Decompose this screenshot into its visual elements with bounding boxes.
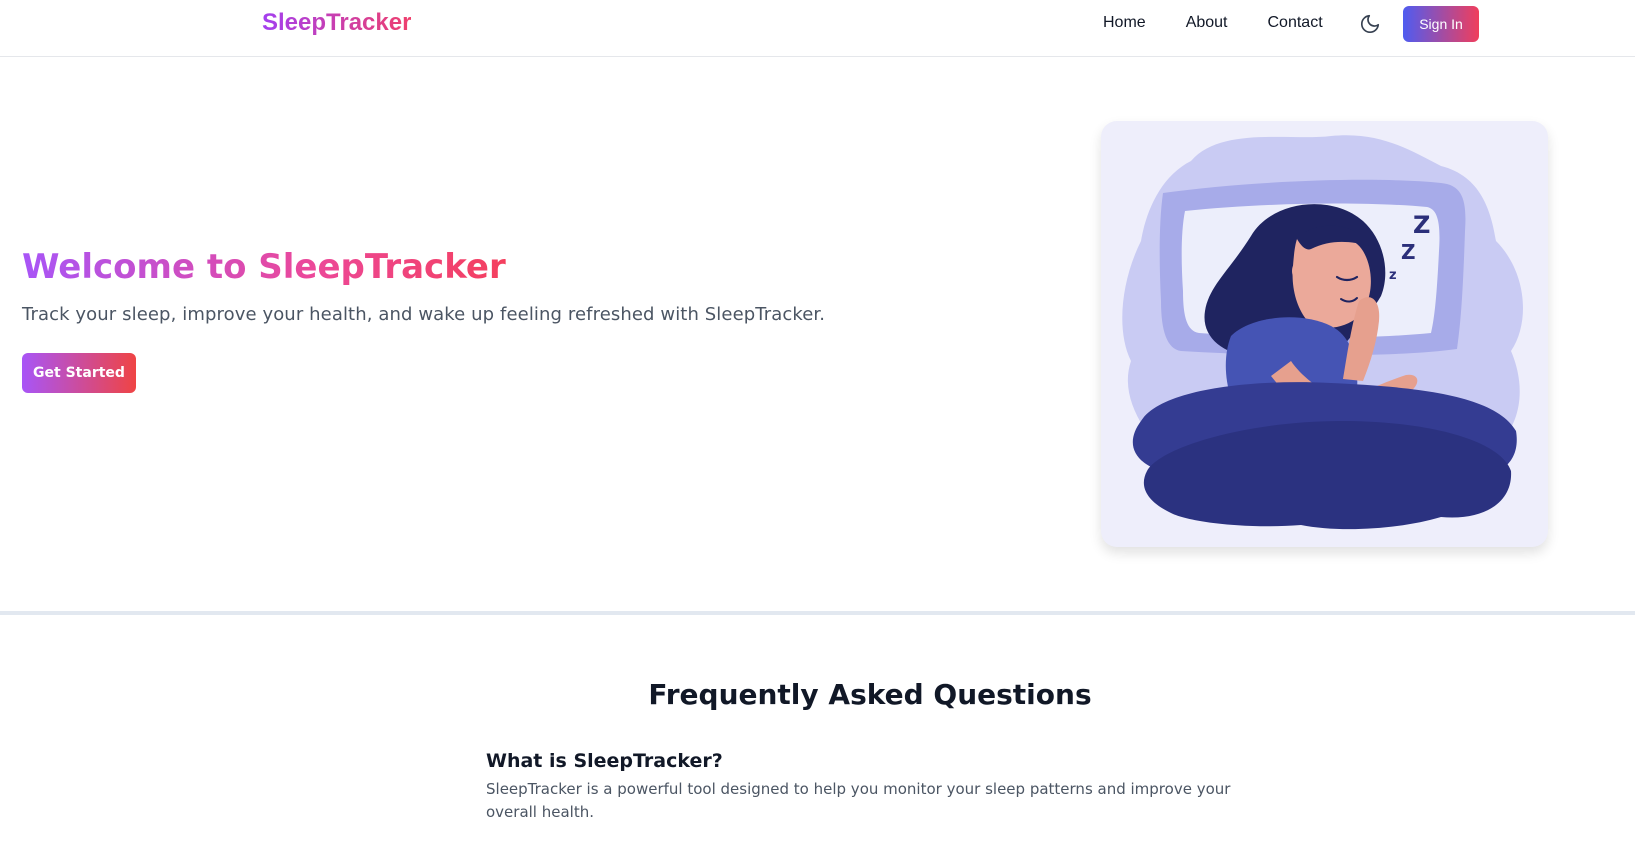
navbar: SleepTracker Home About Contact Sign In	[0, 0, 1635, 57]
moon-icon[interactable]	[1359, 13, 1381, 35]
nav-about-link[interactable]: About	[1186, 14, 1228, 32]
faq-answer: SleepTracker is a powerful tool designed…	[486, 780, 1231, 821]
get-started-button[interactable]: Get Started	[22, 353, 136, 393]
faq-item: What is SleepTracker? SleepTracker is a …	[486, 750, 1266, 824]
site-logo[interactable]: SleepTracker	[262, 9, 411, 37]
faq-title: Frequently Asked Questions	[648, 678, 1092, 711]
sign-in-button[interactable]: Sign In	[1403, 6, 1479, 42]
hero-subtitle: Track your sleep, improve your health, a…	[22, 304, 826, 325]
hero-title: Welcome to SleepTracker	[22, 247, 506, 287]
faq-question: What is SleepTracker?	[486, 750, 723, 772]
svg-text:z: z	[1389, 268, 1397, 283]
svg-text:Z: Z	[1401, 240, 1416, 264]
section-divider	[0, 611, 1635, 615]
nav-home-link[interactable]: Home	[1103, 14, 1146, 32]
sleeping-woman-illustration: Z Z z	[1101, 121, 1548, 547]
svg-text:Z: Z	[1413, 211, 1430, 239]
nav-links: Home About Contact	[1103, 14, 1323, 32]
nav-contact-link[interactable]: Contact	[1268, 14, 1323, 32]
